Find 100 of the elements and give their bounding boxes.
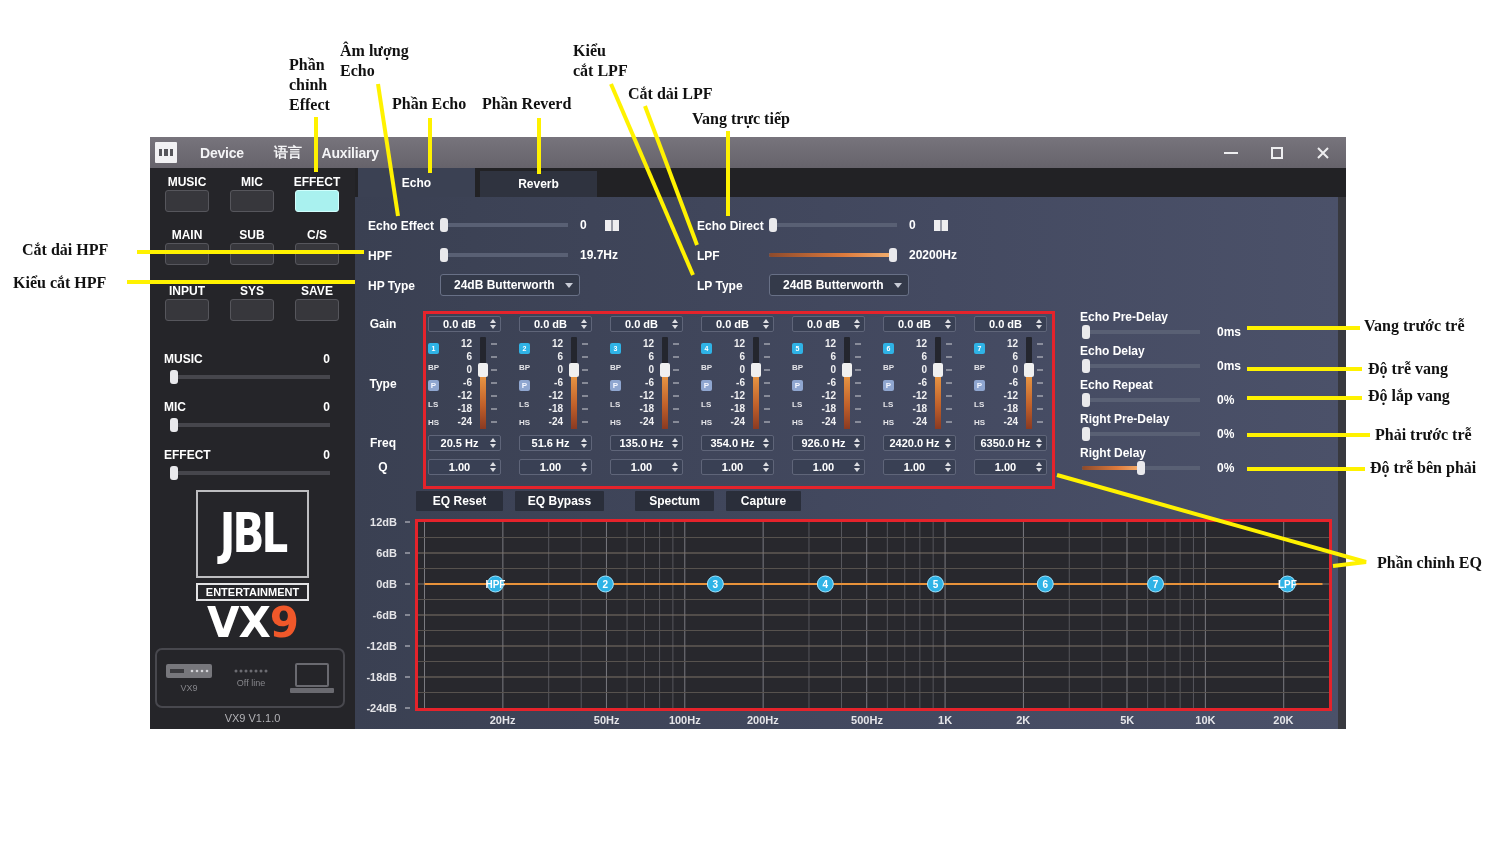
filter-type-option[interactable]: BP: [883, 361, 895, 373]
q-spinbox[interactable]: 1.00: [428, 459, 501, 475]
callout-label: Vang trước trễ: [1364, 316, 1465, 336]
fader-thumb[interactable]: [660, 363, 670, 377]
slider-thumb[interactable]: [889, 248, 897, 262]
filter-type-option[interactable]: BP: [974, 361, 986, 373]
filter-type-option[interactable]: LS: [883, 398, 894, 410]
row-label: Gain: [369, 317, 397, 331]
brand-logo-text: JBL: [219, 506, 286, 562]
fader-track[interactable]: [662, 337, 668, 429]
q-spinbox[interactable]: 1.00: [974, 459, 1047, 475]
control-label: LPF: [697, 249, 720, 263]
freq-spinbox[interactable]: 51.6 Hz: [519, 435, 592, 451]
menu-item[interactable]: Device: [200, 144, 244, 161]
filter-type-option[interactable]: HS: [519, 417, 531, 428]
filter-type-option[interactable]: BP: [610, 361, 622, 373]
slider-thumb[interactable]: [1082, 427, 1090, 441]
filter-type-option[interactable]: LS: [792, 398, 803, 410]
tab[interactable]: Reverb: [480, 171, 597, 197]
callout-line: [314, 117, 318, 172]
fader-track[interactable]: [571, 337, 577, 429]
fader-track[interactable]: [1026, 337, 1032, 429]
filter-type-option[interactable]: BP: [701, 361, 713, 373]
slider-thumb[interactable]: [170, 418, 178, 432]
slider-thumb[interactable]: [1082, 325, 1090, 339]
filter-type-dropdown[interactable]: 24dB Butterworth: [440, 274, 580, 296]
q-spinbox[interactable]: 1.00: [701, 459, 774, 475]
scale-label: 12: [915, 337, 927, 350]
filter-type-option[interactable]: LS: [701, 398, 712, 410]
fader-track[interactable]: [480, 337, 486, 429]
filter-type-option[interactable]: BP: [792, 361, 804, 373]
fader-track[interactable]: [844, 337, 850, 429]
menu-item[interactable]: Auxiliary: [321, 144, 379, 161]
filter-type-option[interactable]: LS: [428, 398, 439, 410]
gain-spinbox[interactable]: 0.0 dB: [610, 316, 683, 332]
scale-label: 6: [557, 350, 563, 363]
filter-type-option[interactable]: HS: [428, 417, 440, 428]
scale-label: -6: [463, 376, 472, 389]
fader-thumb[interactable]: [751, 363, 761, 377]
filter-type-option[interactable]: HS: [883, 417, 895, 428]
fader-thumb[interactable]: [569, 363, 579, 377]
freq-spinbox[interactable]: 6350.0 Hz: [974, 435, 1047, 451]
scale-label: -18: [639, 402, 654, 415]
filter-type-option[interactable]: LS: [610, 398, 621, 410]
gain-spinbox[interactable]: 0.0 dB: [701, 316, 774, 332]
gain-spinbox[interactable]: 0.0 dB: [883, 316, 956, 332]
slider-thumb[interactable]: [1082, 393, 1090, 407]
fader-track[interactable]: [753, 337, 759, 429]
fader-thumb[interactable]: [478, 363, 488, 377]
fader-thumb[interactable]: [933, 363, 943, 377]
freq-spinbox[interactable]: 354.0 Hz: [701, 435, 774, 451]
axis-label: 5K: [1120, 714, 1135, 727]
axis-label: 2K: [1016, 714, 1031, 727]
q-spinbox[interactable]: 1.00: [610, 459, 683, 475]
freq-spinbox[interactable]: 20.5 Hz: [428, 435, 501, 451]
eq-button[interactable]: Capture: [726, 491, 801, 511]
slider-thumb[interactable]: [1137, 461, 1145, 475]
q-spinbox[interactable]: 1.00: [519, 459, 592, 475]
scale-label: -12: [912, 389, 927, 402]
slider-thumb[interactable]: [1082, 359, 1090, 373]
menu-item[interactable]: 语言: [273, 143, 302, 162]
gain-spinbox[interactable]: 0.0 dB: [792, 316, 865, 332]
freq-spinbox[interactable]: 135.0 Hz: [610, 435, 683, 451]
q-spinbox[interactable]: 1.00: [883, 459, 956, 475]
q-spinbox[interactable]: 1.00: [792, 459, 865, 475]
filter-type-dropdown[interactable]: 24dB Butterworth: [769, 274, 909, 296]
gain-spinbox[interactable]: 0.0 dB: [974, 316, 1047, 332]
spin-arrows-icon: [490, 319, 496, 329]
fader-track[interactable]: [935, 337, 941, 429]
freq-spinbox[interactable]: 926.0 Hz: [792, 435, 865, 451]
freq-spinbox[interactable]: 2420.0 Hz: [883, 435, 956, 451]
mode-label: SYS: [240, 285, 264, 297]
filter-type-option[interactable]: LS: [519, 398, 530, 410]
scale-label: -18: [457, 402, 472, 415]
slider-thumb[interactable]: [440, 218, 448, 232]
eq-button[interactable]: Spectum: [635, 491, 714, 511]
tab[interactable]: Echo: [358, 168, 475, 197]
slider-thumb[interactable]: [170, 370, 178, 384]
scale-label: -24: [730, 415, 745, 428]
gain-spinbox[interactable]: 0.0 dB: [428, 316, 501, 332]
fader-thumb[interactable]: [842, 363, 852, 377]
filter-type-option[interactable]: HS: [610, 417, 622, 428]
slider-thumb[interactable]: [440, 248, 448, 262]
scale-label: -24: [821, 415, 836, 428]
filter-type-option[interactable]: BP: [519, 361, 531, 373]
filter-type-option[interactable]: HS: [974, 417, 986, 428]
filter-type-option[interactable]: HS: [792, 417, 804, 428]
fader-thumb[interactable]: [1024, 363, 1034, 377]
eq-button[interactable]: EQ Bypass: [515, 491, 604, 511]
filter-type-option[interactable]: LS: [974, 398, 985, 410]
filter-type-option[interactable]: BP: [428, 361, 440, 373]
double-square-icon[interactable]: [933, 219, 948, 231]
double-square-icon[interactable]: [604, 219, 619, 231]
slider-thumb[interactable]: [170, 466, 178, 480]
filter-type-option[interactable]: HS: [701, 417, 713, 428]
slider-thumb[interactable]: [769, 218, 777, 232]
gain-spinbox[interactable]: 0.0 dB: [519, 316, 592, 332]
eq-button[interactable]: EQ Reset: [416, 491, 503, 511]
scale-label: -24: [639, 415, 654, 428]
mode-label: SAVE: [301, 285, 333, 297]
